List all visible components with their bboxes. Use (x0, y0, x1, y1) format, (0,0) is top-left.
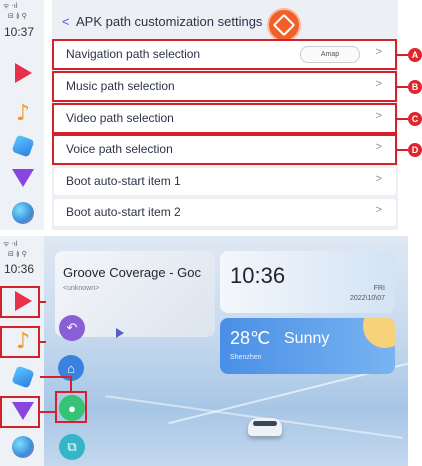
marker-line (396, 86, 408, 88)
recent-apps-icon[interactable]: ⧉ (59, 434, 85, 460)
highlight-box-c (52, 103, 397, 134)
clock-time: 10:36 (230, 263, 286, 288)
marker-a: A (408, 48, 422, 62)
status-time: 10:36 (4, 262, 35, 276)
clock-date: 2022\10\07 (349, 295, 385, 302)
connector-line (70, 376, 72, 391)
settings-screen: ᯤ ·ıl ⊟ ≬ ⚲ 10:37 ♪ < APK path customiza… (0, 0, 422, 230)
car-illustration (248, 418, 282, 436)
play-icon[interactable] (116, 328, 124, 338)
globe-app-icon[interactable] (10, 434, 36, 460)
app-rail: ᯤ ·ıl ⊟ ≬ ⚲ 10:37 ♪ (0, 0, 44, 230)
gem-app-icon[interactable] (10, 364, 36, 390)
app-logo-icon (269, 10, 299, 40)
row-label: Boot auto-start item 1 (66, 174, 181, 188)
clock-day: FRI (373, 285, 385, 292)
marker-d: D (408, 143, 422, 157)
status-signal: ᯤ ·ıl (3, 2, 18, 10)
weather-widget[interactable]: 28℃ Sunny Shenzhen (220, 318, 395, 374)
voice-app-icon[interactable] (10, 165, 36, 191)
chevron-right-icon: > (375, 173, 382, 185)
back-icon[interactable]: < (62, 14, 70, 29)
chevron-right-icon: > (375, 204, 382, 216)
music-app-icon[interactable]: ♪ (10, 100, 36, 126)
status-icons: ⊟ ≬ ⚲ (8, 250, 27, 258)
marker-b: B (408, 80, 422, 94)
marker-line (396, 54, 408, 56)
marker-line (396, 149, 408, 151)
connector-line (40, 376, 72, 378)
boot-item-1-row[interactable]: Boot auto-start item 1 > (54, 168, 396, 195)
globe-app-icon[interactable] (10, 200, 36, 226)
highlight-mic-button (55, 391, 87, 423)
status-icons: ⊟ ≬ ⚲ (8, 12, 27, 20)
status-time: 10:37 (4, 25, 35, 39)
boot-item-2-row[interactable]: Boot auto-start item 2 > (54, 199, 396, 226)
highlight-music-app (0, 326, 40, 358)
connector-line (40, 411, 55, 413)
highlight-voice-app (0, 396, 40, 428)
sun-icon (363, 318, 395, 348)
page-title: APK path customization settings (76, 14, 263, 29)
connector-line (40, 341, 46, 343)
weather-condition: Sunny (284, 330, 330, 347)
highlight-box-a (52, 39, 397, 70)
highlight-video-app (0, 286, 40, 318)
highlight-box-d (52, 134, 397, 165)
status-signal: ᯤ ·ıl (3, 240, 18, 248)
back-button[interactable]: ↶ (59, 315, 85, 341)
song-title: Groove Coverage - Goc (63, 265, 202, 280)
highlight-box-b (52, 71, 397, 102)
connector-line (40, 301, 46, 303)
gem-app-icon[interactable] (10, 133, 36, 159)
row-label: Boot auto-start item 2 (66, 205, 181, 219)
clock-widget[interactable]: 10:36 FRI 2022\10\07 (220, 251, 395, 313)
marker-c: C (408, 112, 422, 126)
video-app-icon[interactable] (10, 60, 36, 86)
home-screen: ᯤ ·ıl ⊟ ≬ ⚲ 10:36 ♪ Groove Coverage - Go… (0, 236, 422, 466)
song-artist: <unknown> (63, 285, 100, 292)
weather-city: Shenzhen (230, 354, 262, 361)
weather-temp: 28℃ (230, 328, 271, 348)
marker-line (396, 118, 408, 120)
